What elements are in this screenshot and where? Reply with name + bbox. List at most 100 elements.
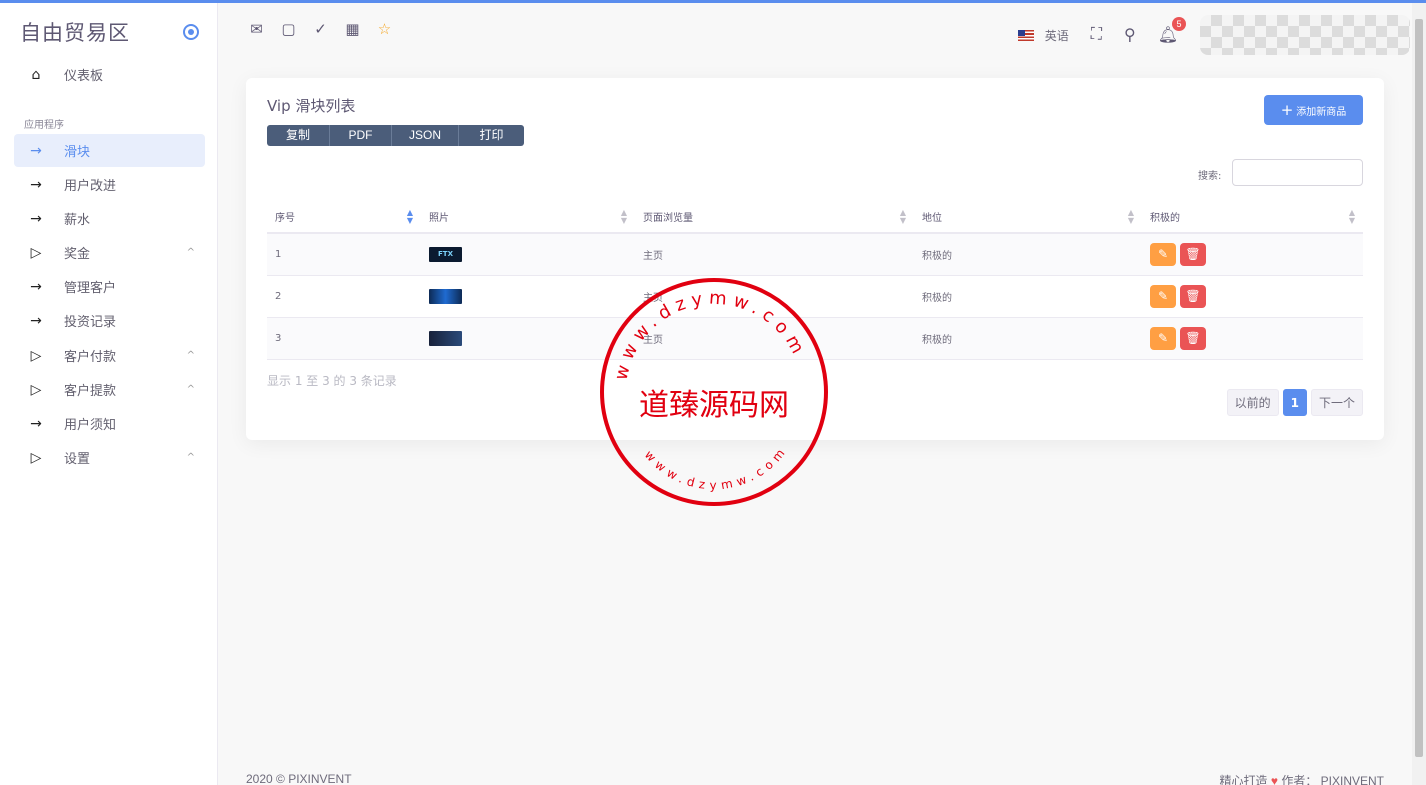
print-button[interactable]: 打印	[459, 125, 524, 146]
column-header-page[interactable]: 页面浏览量 ▲ ▼	[635, 200, 914, 234]
footer-credit-prefix: 精心打造	[1219, 774, 1268, 785]
add-new-item-label: 添加新商品	[1296, 106, 1347, 118]
sidebar-item-label: 客户提款	[64, 384, 117, 399]
row-id: 3	[267, 317, 421, 360]
plus-icon: +	[1280, 101, 1294, 119]
language-dropdown[interactable]: 英语	[1017, 27, 1069, 44]
play-icon: ▷	[30, 381, 42, 398]
column-label: 页面浏览量	[643, 212, 693, 224]
scrollbar-thumb[interactable]	[1415, 19, 1423, 757]
sidebar-item-client-payments[interactable]: ▷ 客户付款 ^	[14, 339, 205, 372]
sidebar-item-label: 管理客户	[64, 281, 117, 296]
table-header-row: 序号 ▲ ▼ 照片 ▲ ▼ 页面浏览量 ▲ ▼ 地位 ▲ ▼ 积极的 ▲ ▼	[267, 200, 1363, 234]
fullscreen-icon[interactable]: ⛶	[1091, 26, 1102, 44]
slider-table: 序号 ▲ ▼ 照片 ▲ ▼ 页面浏览量 ▲ ▼ 地位 ▲ ▼ 积极的 ▲ ▼ 1 FTX 主页 积极…	[267, 200, 1363, 360]
search-icon[interactable]: ⚲	[1124, 25, 1136, 45]
sidebar-section-header: 应用程序	[24, 120, 64, 131]
brand-name[interactable]: 自由贸易区	[20, 17, 130, 47]
bookmark-icons: ✉ ▢ ✓ ▦ ☆	[248, 20, 393, 38]
star-icon[interactable]: ☆	[376, 20, 393, 38]
chevron-up-icon: ^	[186, 350, 195, 361]
slider-thumbnail	[429, 330, 462, 346]
arrow-right-icon: →	[30, 142, 42, 159]
column-header-id[interactable]: 序号 ▲ ▼	[267, 200, 421, 234]
edit-pencil-icon[interactable]: ✎	[1150, 326, 1176, 350]
sidebar-item-salary[interactable]: → 薪水	[14, 202, 205, 235]
trash-icon[interactable]: 🗑︎	[1180, 284, 1206, 308]
watermark-ring-bottom: www.dzymw.com	[642, 442, 786, 492]
sidebar-item-user-notice[interactable]: → 用户须知	[14, 407, 205, 440]
page-scrollbar[interactable]	[1412, 3, 1426, 785]
row-status: 积极的	[914, 233, 1142, 276]
chevron-up-icon: ^	[186, 452, 195, 463]
sort-icon: ▲ ▼	[620, 208, 627, 225]
calendar-icon[interactable]: ▦	[344, 20, 361, 38]
edit-pencil-icon[interactable]: ✎	[1150, 284, 1176, 308]
column-header-photo[interactable]: 照片 ▲ ▼	[421, 200, 635, 234]
sidebar-item-client-withdrawals[interactable]: ▷ 客户提款 ^	[14, 373, 205, 406]
language-label: 英语	[1044, 28, 1069, 43]
arrow-right-icon: →	[30, 415, 42, 432]
sidebar-toggle-icon[interactable]	[183, 24, 199, 40]
row-page: 主页	[635, 275, 914, 318]
column-label: 照片	[429, 212, 449, 224]
card-title: Vip 滑块列表	[267, 97, 356, 115]
row-status: 积极的	[914, 317, 1142, 360]
slider-thumbnail: FTX	[429, 246, 462, 262]
add-new-item-button[interactable]: + 添加新商品	[1264, 95, 1363, 125]
sidebar-item-settings[interactable]: ▷ 设置 ^	[14, 441, 205, 474]
mail-icon[interactable]: ✉	[248, 20, 265, 38]
sidebar-item-manage-clients[interactable]: → 管理客户	[14, 270, 205, 303]
column-label: 积极的	[1150, 212, 1180, 224]
navbar-right: 英语 ⛶ ⚲ 🔔︎ 5	[1017, 15, 1410, 55]
heart-icon: ♥	[1270, 774, 1278, 785]
sort-icon: ▲ ▼	[1348, 208, 1355, 225]
pagination-next[interactable]: 下一个	[1310, 389, 1363, 416]
user-profile-blurred[interactable]	[1200, 15, 1410, 55]
sidebar-item-slider[interactable]: → 滑块	[14, 134, 205, 167]
edit-pencil-icon[interactable]: ✎	[1150, 242, 1176, 266]
svg-text:www.dzymw.com: www.dzymw.com	[642, 442, 791, 492]
row-page: 主页	[635, 317, 914, 360]
play-icon: ▷	[30, 244, 42, 261]
sidebar-item-investments[interactable]: → 投资记录	[14, 304, 205, 337]
sidebar-item-bonus[interactable]: ▷ 奖金 ^	[14, 236, 205, 269]
sort-icon: ▲ ▼	[899, 208, 906, 225]
arrow-right-icon: →	[30, 176, 42, 193]
footer-copyright: 2020 © PIXINVENT	[246, 772, 352, 785]
json-button[interactable]: JSON	[392, 125, 459, 146]
search-label: 搜索:	[1198, 171, 1222, 182]
copy-button[interactable]: 复制	[267, 125, 330, 146]
arrow-right-icon: →	[30, 210, 42, 227]
sidebar-item-label: 客户付款	[64, 350, 117, 365]
column-header-active[interactable]: 积极的 ▲ ▼	[1142, 200, 1363, 234]
table-row: 1 FTX 主页 积极的 ✎ 🗑︎	[267, 233, 1363, 276]
brand-header: 自由贸易区	[0, 3, 217, 61]
pagination-prev[interactable]: 以前的	[1226, 389, 1279, 416]
sidebar-item-dashboard[interactable]: ⌂ 仪表板	[14, 58, 205, 91]
chevron-up-icon: ^	[186, 247, 195, 258]
sidebar-item-user-improve[interactable]: → 用户改进	[14, 168, 205, 201]
table-row: 3 主页 积极的 ✎ 🗑︎	[267, 317, 1363, 360]
play-icon: ▷	[30, 347, 42, 364]
pdf-button[interactable]: PDF	[330, 125, 392, 146]
column-label: 地位	[922, 212, 942, 224]
pagination: 以前的 1 下一个	[1226, 389, 1363, 416]
check-circle-icon[interactable]: ✓	[312, 20, 329, 38]
sort-asc-icon: ▲ ▼	[406, 208, 413, 225]
us-flag-icon	[1017, 29, 1034, 41]
trash-icon[interactable]: 🗑︎	[1180, 326, 1206, 350]
sidebar-item-label: 仪表板	[64, 69, 104, 84]
top-navbar: ✉ ▢ ✓ ▦ ☆ 英语 ⛶ ⚲ 🔔︎ 5	[218, 3, 1410, 55]
arrow-right-icon: →	[30, 312, 42, 329]
column-header-status[interactable]: 地位 ▲ ▼	[914, 200, 1142, 234]
trash-icon[interactable]: 🗑︎	[1180, 242, 1206, 266]
row-id: 1	[267, 233, 421, 276]
bell-icon[interactable]: 🔔︎ 5	[1158, 17, 1186, 45]
pagination-page-1[interactable]: 1	[1282, 389, 1307, 416]
search-input[interactable]	[1232, 159, 1363, 186]
notification-badge: 5	[1172, 17, 1186, 31]
row-id: 2	[267, 275, 421, 318]
chat-icon[interactable]: ▢	[280, 20, 297, 38]
sidebar-item-label: 用户改进	[64, 179, 117, 194]
